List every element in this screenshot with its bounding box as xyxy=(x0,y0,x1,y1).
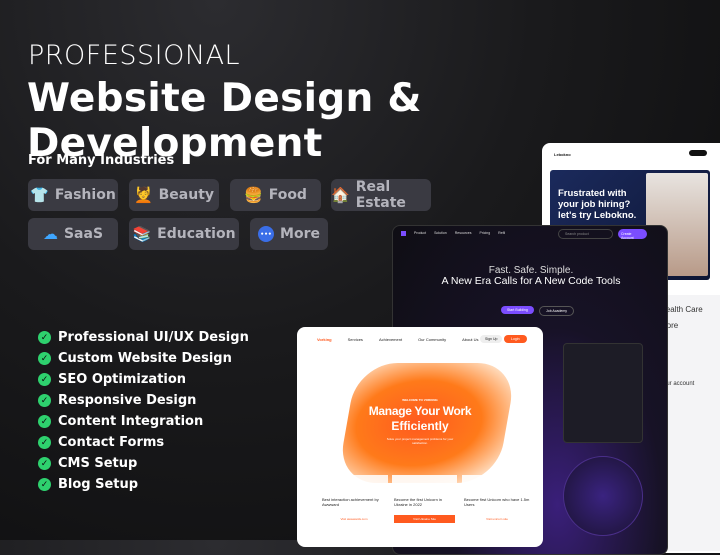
nav-item: Refil xyxy=(498,231,506,235)
service-item: ✓ Custom Website Design xyxy=(38,351,232,366)
avatar-orbit xyxy=(563,456,643,536)
check-icon: ✓ xyxy=(38,352,51,365)
feature-card: Become first Unicorn who have 1.5m Users… xyxy=(462,475,532,535)
headline: Efficiently xyxy=(391,419,449,433)
check-icon: ✓ xyxy=(38,373,51,386)
house-icon: 🏠 xyxy=(331,186,350,204)
job-academy-button: Job Academy xyxy=(539,306,575,316)
chip-education: 📚 Education xyxy=(129,218,239,250)
chip-beauty: 💆 Beauty xyxy=(129,179,219,211)
check-icon: ✓ xyxy=(38,331,51,344)
service-label: Blog Setup xyxy=(58,477,139,492)
nav-item: Our Community xyxy=(418,337,447,342)
chip-food: 🍔 Food xyxy=(230,179,321,211)
hero-headline: Frustrated with your job hiring? let's t… xyxy=(558,188,637,221)
service-item: ✓ Professional UI/UX Design xyxy=(38,330,249,345)
woman-icon: 💆 xyxy=(133,186,153,204)
chip-label: Food xyxy=(268,187,307,203)
hero-line2: A New Era Calls for A New Code Tools xyxy=(441,275,621,287)
chip-real-estate: 🏠 Real Estate xyxy=(331,179,431,211)
subtitle: Solve your project management problems f… xyxy=(386,437,454,445)
chip-label: Beauty xyxy=(158,187,215,203)
industries-label: For Many Industries xyxy=(28,153,175,168)
nav-item: Services xyxy=(347,337,363,342)
headline: Manage Your Work xyxy=(368,404,472,418)
service-label: SEO Optimization xyxy=(58,372,187,387)
check-icon: ✓ xyxy=(38,415,51,428)
service-label: Custom Website Design xyxy=(58,351,232,366)
more-icon: ••• xyxy=(258,226,275,242)
nav-item: Pricing xyxy=(479,231,491,235)
chip-label: SaaS xyxy=(63,226,104,242)
service-label: CMS Setup xyxy=(58,456,138,471)
feature-card: Become the first Unicorn in Ukraine in 2… xyxy=(392,475,457,535)
check-icon: ✓ xyxy=(38,457,51,470)
check-icon: ✓ xyxy=(38,436,51,449)
nav-item: Solution xyxy=(434,231,447,235)
chip-saas: ☁ SaaS xyxy=(28,218,118,250)
shirt-icon: 👕 xyxy=(30,186,49,204)
chip-label: Real Estate xyxy=(355,179,406,211)
editor-panel xyxy=(563,343,643,443)
nav-item: Resources xyxy=(454,231,472,235)
search-input: Search product xyxy=(558,229,613,239)
card-button[interactable]: Visit Ukraine Site xyxy=(394,515,455,523)
nav-item: Product xyxy=(414,231,427,235)
signup-button: Sign Up xyxy=(480,335,503,343)
card-link[interactable]: Visit unicorn site xyxy=(464,517,530,521)
chip-more: ••• More xyxy=(250,218,328,250)
mockup-vorking: Vorking Services Achievement Our Community… xyxy=(297,327,543,547)
nav-item: Achievement xyxy=(378,337,403,342)
chip-label: More xyxy=(280,226,320,242)
service-item: ✓ Content Integration xyxy=(38,414,203,429)
eyebrow: WELCOME TO VORKING xyxy=(402,398,438,402)
service-item: ✓ CMS Setup xyxy=(38,456,137,471)
service-item: ✓ Blog Setup xyxy=(38,477,138,492)
login-button: Login xyxy=(504,335,527,343)
chip-label: Fashion xyxy=(54,187,116,203)
burger-icon: 🍔 xyxy=(244,186,263,204)
service-label: Content Integration xyxy=(58,414,204,429)
start-building-button: Start Building xyxy=(501,306,534,314)
service-item: ✓ Responsive Design xyxy=(38,393,196,408)
brand: Lebokno xyxy=(554,152,571,157)
check-icon: ✓ xyxy=(38,478,51,491)
card-link[interactable]: Visit awwwards.com xyxy=(322,517,386,521)
service-item: ✓ SEO Optimization xyxy=(38,372,186,387)
create-account-button: Create Account xyxy=(618,229,647,240)
chip-label: Education xyxy=(157,226,236,242)
service-label: Responsive Design xyxy=(58,393,197,408)
books-icon: 📚 xyxy=(132,225,152,243)
service-label: Contact Forms xyxy=(58,435,165,450)
nav-button xyxy=(689,150,707,156)
feature-card: Best interaction achievement by Awwward V… xyxy=(320,475,388,535)
check-icon: ✓ xyxy=(38,394,51,407)
nav-item: About Us xyxy=(462,337,479,342)
eyebrow-title: PROFESSIONAL xyxy=(28,40,241,71)
service-label: Professional UI/UX Design xyxy=(58,330,249,345)
cloud-icon: ☁ xyxy=(42,225,58,243)
chip-fashion: 👕 Fashion xyxy=(28,179,118,211)
service-item: ✓ Contact Forms xyxy=(38,435,164,450)
brand: Vorking xyxy=(317,337,332,342)
